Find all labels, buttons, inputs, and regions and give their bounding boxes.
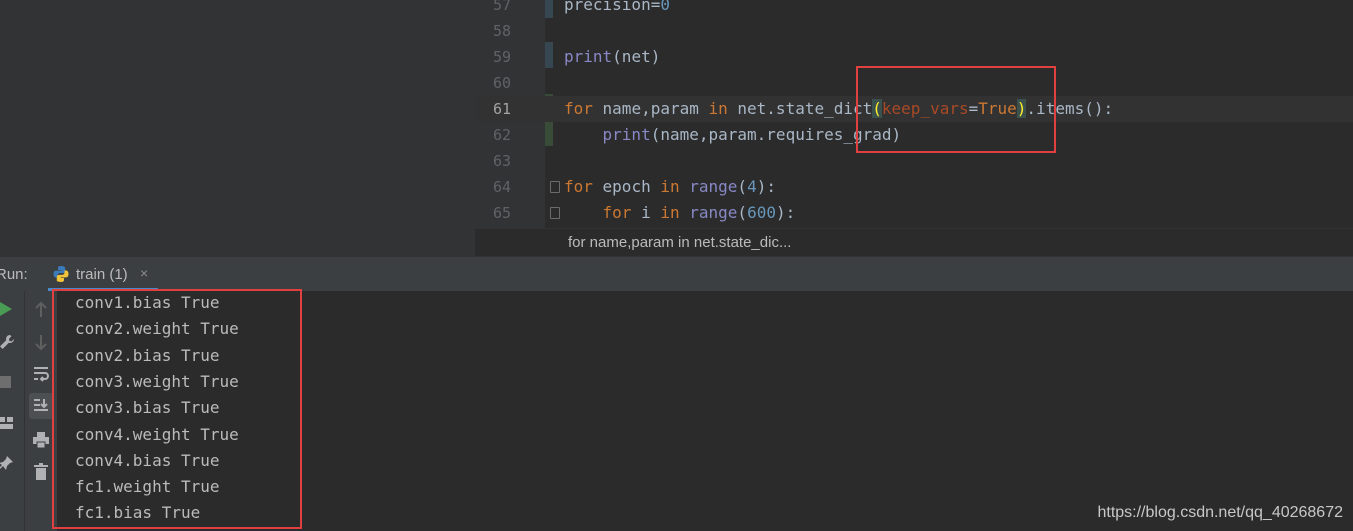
soft-wrap-icon[interactable]	[32, 365, 50, 383]
stop-icon[interactable]	[0, 375, 12, 389]
line-number: 59	[492, 48, 511, 66]
highlight-box-output	[52, 289, 302, 529]
arrow-down-icon[interactable]	[34, 333, 48, 351]
run-label: Run:	[0, 266, 28, 283]
watermark: https://blog.csdn.net/qq_40268672	[1097, 504, 1343, 521]
code-token: (net)	[612, 47, 661, 66]
code-token: range	[689, 177, 738, 196]
tab-train[interactable]: train (1) ×	[48, 257, 158, 291]
code-text: for epoch in range(4):	[564, 174, 776, 200]
code-token: =	[650, 0, 661, 14]
code-token: name,param	[592, 99, 709, 118]
line-number: 61	[492, 100, 511, 118]
code-token: in	[660, 177, 680, 196]
scroll-to-end-toggle[interactable]	[29, 393, 53, 419]
line-number: 60	[492, 74, 511, 92]
code-token: epoch	[592, 177, 661, 196]
run-tool-window-header: Run: train (1) ×	[0, 256, 1353, 292]
code-token: in	[708, 99, 728, 118]
code-text: print(name,param.requires_grad)	[564, 122, 902, 148]
code-line[interactable]: 64 for epoch in range(4):	[475, 174, 1353, 200]
code-token: ):	[775, 203, 796, 222]
code-text: for i in range(600):	[564, 200, 796, 226]
code-token: print	[602, 125, 651, 144]
run-console-output[interactable]: conv1.bias True conv2.weight True conv2.bi…	[52, 289, 1353, 531]
project-pane	[0, 0, 475, 256]
breadcrumb[interactable]: for name,param in net.state_dic...	[568, 234, 791, 251]
line-number: 64	[492, 178, 511, 196]
code-token: for	[602, 203, 632, 222]
breadcrumb-bar: for name,param in net.state_dic...	[475, 228, 1353, 256]
code-token: print	[564, 47, 613, 66]
code-token: precision	[564, 0, 651, 14]
run-icon[interactable]	[0, 301, 14, 317]
code-token: 4	[747, 177, 757, 196]
code-token: net.state_dict	[727, 99, 873, 118]
fold-marker-icon[interactable]	[550, 181, 560, 193]
scroll-to-end-icon	[34, 399, 48, 411]
code-token: i	[631, 203, 661, 222]
print-icon[interactable]	[32, 431, 50, 449]
code-editor[interactable]: 57 precision=0 58 59 print(net) 60 61 for name,…	[475, 0, 1353, 256]
trash-icon[interactable]	[33, 463, 49, 481]
python-icon	[53, 266, 69, 282]
code-line[interactable]: 58	[475, 18, 1353, 44]
code-token: in	[660, 203, 680, 222]
line-number: 57	[492, 0, 511, 14]
code-token: (	[737, 177, 748, 196]
line-number: 65	[492, 204, 511, 222]
layout-icon[interactable]	[0, 415, 14, 431]
highlight-box-keep-vars	[856, 66, 1056, 153]
code-token: for	[564, 177, 593, 196]
fold-marker-icon[interactable]	[550, 207, 560, 219]
code-text: print(net)	[564, 44, 660, 70]
code-line[interactable]: 57 precision=0	[475, 0, 1353, 18]
pin-icon[interactable]	[0, 455, 14, 471]
line-number: 58	[492, 22, 511, 40]
code-token: 0	[660, 0, 670, 14]
arrow-up-icon[interactable]	[34, 301, 48, 319]
line-number: 63	[492, 152, 511, 170]
code-token: range	[689, 203, 738, 222]
run-main-toolbar	[0, 291, 24, 531]
code-text: precision=0	[564, 0, 670, 18]
code-token: 600	[747, 203, 776, 222]
line-number: 62	[492, 126, 511, 144]
tab-label: train (1)	[76, 266, 128, 283]
wrench-icon[interactable]	[0, 333, 16, 351]
code-token: (	[737, 203, 748, 222]
close-icon[interactable]: ×	[140, 265, 148, 281]
code-token: for	[564, 99, 593, 118]
code-line[interactable]: 65 for i in range(600):	[475, 200, 1353, 226]
code-token: ):	[756, 177, 776, 196]
